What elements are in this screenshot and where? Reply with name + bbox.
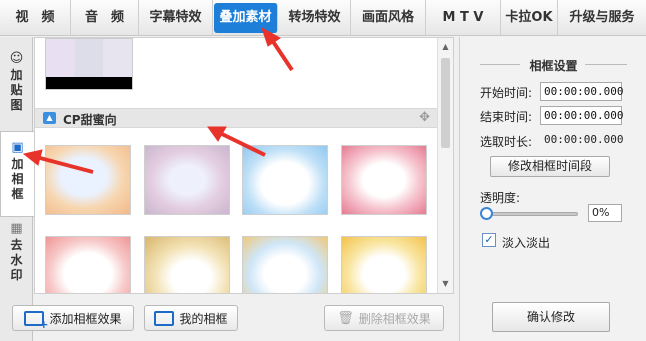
- opacity-value-field[interactable]: 0%: [588, 204, 622, 222]
- frame-thumbnail[interactable]: [242, 236, 328, 293]
- tab-video[interactable]: 视 频: [0, 0, 71, 36]
- side-tab-bar: ☺ 加 贴 图 ▣ 加 相 框 ▦ 去 水 印: [0, 37, 34, 341]
- tab-karaoke[interactable]: 卡拉OK: [501, 0, 558, 36]
- image-icon: ▲: [43, 112, 56, 124]
- side-tab-remove-watermark[interactable]: ▦ 去 水 印: [0, 221, 33, 283]
- fade-checkbox[interactable]: ✓: [482, 233, 496, 247]
- add-frame-icon: [24, 310, 48, 331]
- edit-frame-range-button[interactable]: 修改相框时间段: [490, 156, 610, 177]
- duration-label: 选取时长:: [480, 135, 533, 149]
- sticker-icon: ☺: [9, 51, 24, 66]
- frame-thumbnail-partial[interactable]: [45, 38, 133, 90]
- app-window: 视 频 音 频 字幕特效 叠加素材 转场特效 画面风格 M T V 卡拉OK 升…: [0, 0, 646, 341]
- my-frames-button[interactable]: 我的相框: [144, 305, 238, 331]
- tab-picture-style[interactable]: 画面风格: [351, 0, 426, 36]
- frame-thumbnail[interactable]: [341, 236, 427, 293]
- tab-audio[interactable]: 音 频: [71, 0, 139, 36]
- category-title: CP甜蜜向: [63, 113, 117, 127]
- tab-transition-effects[interactable]: 转场特效: [279, 0, 351, 36]
- trash-icon: 🗑: [337, 310, 354, 326]
- gallery-scrollbar[interactable]: ▲ ▼: [437, 38, 453, 293]
- scrollbar-thumb[interactable]: [441, 58, 450, 148]
- frame-thumbnail[interactable]: [242, 145, 328, 215]
- frames-icon: [154, 310, 175, 326]
- frame-thumbnail[interactable]: [45, 145, 131, 215]
- move-icon[interactable]: ✥: [419, 110, 430, 125]
- opacity-slider[interactable]: [488, 212, 578, 216]
- tab-overlay-materials[interactable]: 叠加素材: [214, 3, 278, 33]
- side-tab-add-sticker[interactable]: ☺ 加 贴 图: [0, 51, 33, 113]
- duration-value: 00:00:00.000: [544, 133, 624, 146]
- delete-frame-button[interactable]: 🗑 删除相框效果: [324, 305, 444, 331]
- scroll-up-icon[interactable]: ▲: [438, 40, 453, 54]
- frame-thumbnail[interactable]: [341, 145, 427, 215]
- fade-label: 淡入淡出: [502, 236, 551, 250]
- top-tab-bar: 视 频 音 频 字幕特效 叠加素材 转场特效 画面风格 M T V 卡拉OK 升…: [0, 0, 646, 36]
- side-tab-add-frame[interactable]: ▣ 加 相 框: [0, 131, 34, 217]
- confirm-button[interactable]: 确认修改: [492, 302, 610, 332]
- frame-icon: ▣: [11, 140, 24, 155]
- add-frame-button[interactable]: 添加相框效果: [12, 305, 134, 331]
- frame-thumbnail[interactable]: [45, 236, 131, 293]
- mosaic-icon: ▦: [10, 221, 23, 236]
- opacity-slider-handle[interactable]: [480, 207, 493, 220]
- end-time-label: 结束时间:: [480, 110, 533, 124]
- frame-settings-panel: 相框设置 开始时间: 00:00:00.000 结束时间: 00:00:00.0…: [459, 37, 646, 341]
- end-time-field[interactable]: 00:00:00.000: [540, 106, 623, 125]
- tab-mtv[interactable]: M T V: [426, 0, 501, 36]
- tab-upgrade-service[interactable]: 升级与服务: [558, 0, 646, 36]
- frame-gallery: ▲ CP甜蜜向 ✥ ▲ ▼: [34, 37, 454, 294]
- start-time-field[interactable]: 00:00:00.000: [540, 82, 623, 101]
- frame-thumbnail[interactable]: [144, 145, 230, 215]
- opacity-label: 透明度:: [480, 191, 521, 205]
- category-header[interactable]: ▲ CP甜蜜向 ✥: [35, 108, 438, 128]
- settings-title: 相框设置: [529, 59, 578, 73]
- start-time-label: 开始时间:: [480, 86, 533, 100]
- frame-thumbnail[interactable]: [144, 236, 230, 293]
- scroll-down-icon[interactable]: ▼: [438, 277, 453, 291]
- tab-subtitle-effects[interactable]: 字幕特效: [139, 0, 213, 36]
